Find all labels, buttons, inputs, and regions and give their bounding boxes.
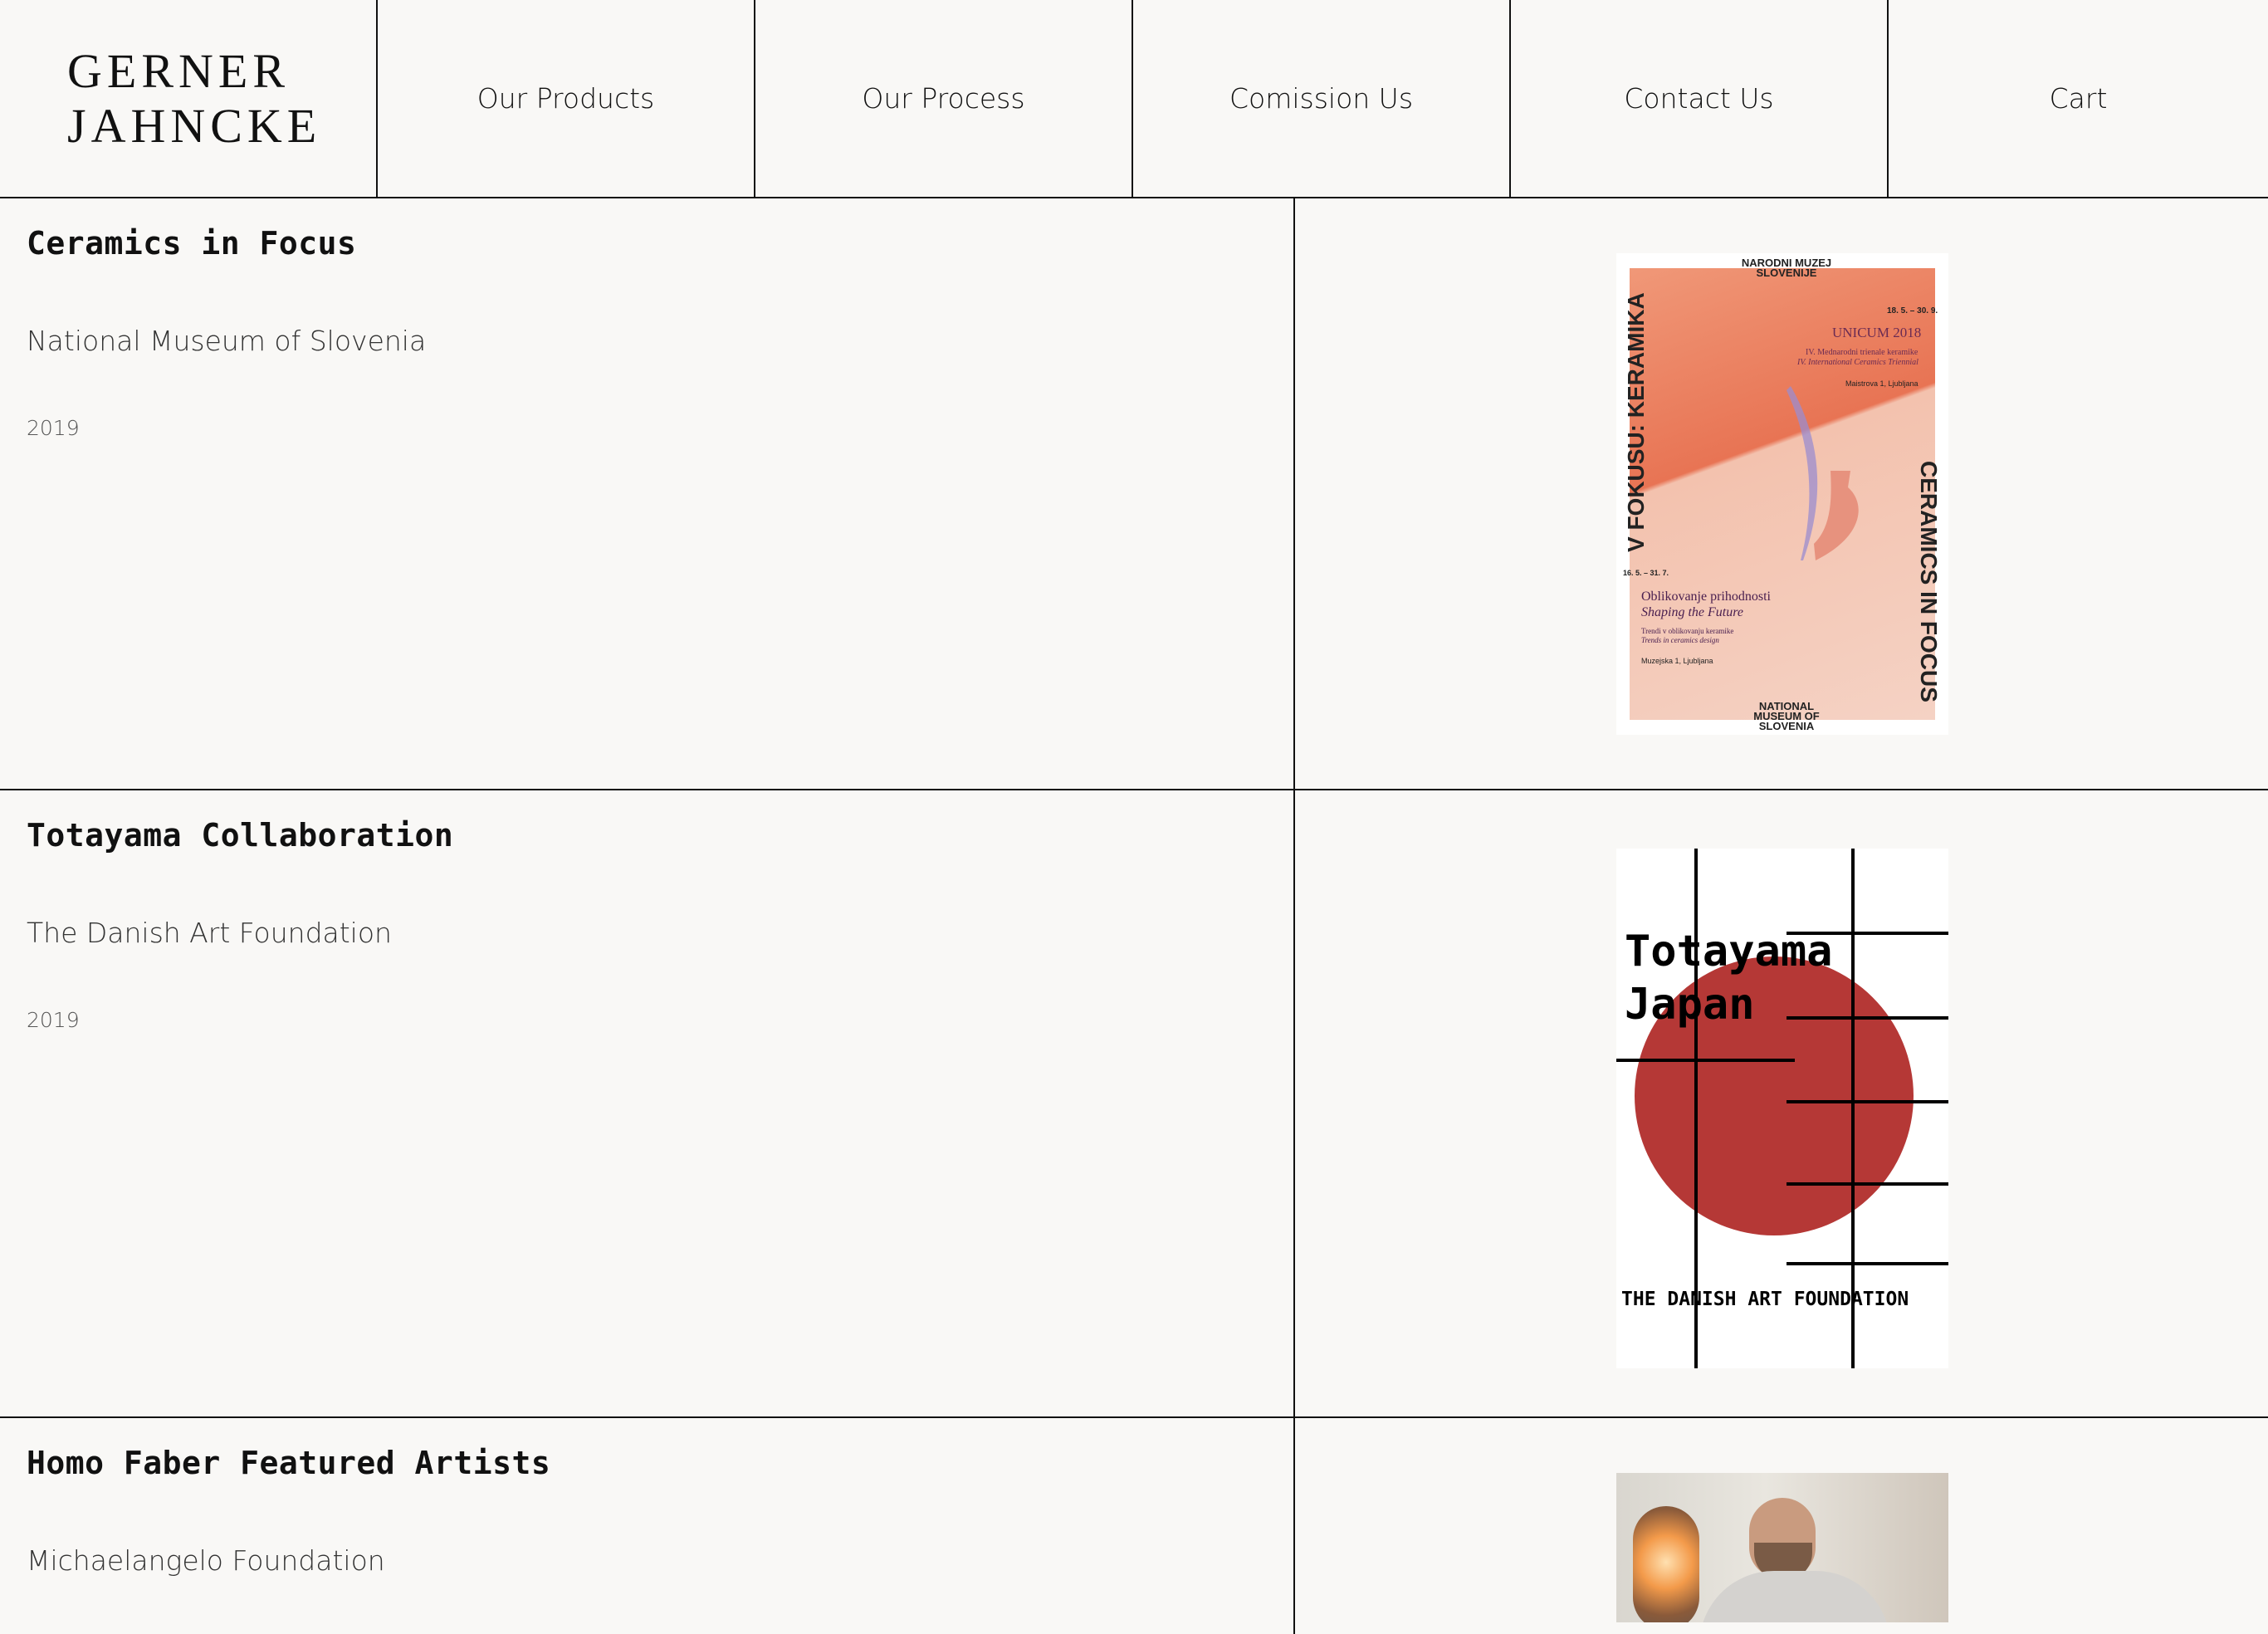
brand-logo[interactable]: GERNER JAHNCKE [0, 0, 378, 197]
totayama-poster[interactable]: Totayama Japan THE DANISH ART FOUNDATION [1616, 849, 1948, 1368]
poster-right-vertical: CERAMICS IN FOCUS [1916, 461, 1942, 702]
project-client: Michaelangelo Foundation [27, 1544, 385, 1577]
project-title[interactable]: Ceramics in Focus [27, 225, 356, 262]
project-info: Homo Faber Featured Artists Michaelangel… [0, 1418, 1295, 1634]
poster-event-sub-2: IV. International Ceramics Triennial [1797, 358, 1919, 367]
project-client: National Museum of Slovenia [27, 325, 427, 357]
poster-shaping-1: Oblikovanje prihodnosti [1641, 590, 1771, 604]
kiln-glow [1633, 1506, 1699, 1622]
ceramics-in-focus-poster[interactable]: NARODNI MUZEJ SLOVENIJE V FOKUSU: KERAMI… [1616, 253, 1948, 735]
project-year: 2019 [27, 1008, 80, 1032]
poster-event-sub-1: IV. Mednarodni trienale keramike [1806, 348, 1919, 357]
poster-heading-line-2: Japan [1625, 980, 1755, 1030]
poster-trends-1: Trendi v oblikovanju keramike [1641, 627, 1734, 635]
nav-cart[interactable]: Cart [1889, 0, 2268, 197]
nav-our-products[interactable]: Our Products [378, 0, 755, 197]
poster-address-2: Muzejska 1, Ljubljana [1641, 657, 1713, 665]
project-image-cell [1297, 1418, 2268, 1634]
site-header: GERNER JAHNCKE Our Products Our Process … [0, 0, 2268, 198]
poster-dates-mid: 16. 5. – 31. 7. [1623, 569, 1669, 577]
project-row[interactable]: Totayama Collaboration The Danish Art Fo… [0, 790, 2268, 1418]
project-info: Totayama Collaboration The Danish Art Fo… [0, 790, 1295, 1416]
project-title[interactable]: Homo Faber Featured Artists [27, 1445, 550, 1481]
poster-bottom-label: NATIONAL MUSEUM OF SLOVENIA [1753, 700, 1820, 732]
poster-heading-line-1: Totayama [1625, 927, 1833, 976]
artist-shirt [1699, 1571, 1890, 1622]
project-image-cell: Totayama Japan THE DANISH ART FOUNDATION [1297, 790, 2268, 1416]
poster-left-vertical: V FOKUSU: KERAMIKA [1623, 292, 1649, 552]
brand-line-1: GERNER [67, 43, 290, 98]
project-row[interactable]: Ceramics in Focus National Museum of Slo… [0, 198, 2268, 790]
project-year: 2019 [27, 416, 80, 440]
poster-shaping-2: Shaping the Future [1641, 605, 1743, 619]
project-info: Ceramics in Focus National Museum of Slo… [0, 198, 1295, 789]
project-image-cell: NARODNI MUZEJ SLOVENIJE V FOKUSU: KERAMI… [1297, 198, 2268, 789]
brand-line-2: JAHNCKE [67, 98, 322, 153]
nav-our-process[interactable]: Our Process [755, 0, 1133, 197]
project-title[interactable]: Totayama Collaboration [27, 817, 453, 854]
poster-top-label: NARODNI MUZEJ SLOVENIJE [1741, 257, 1832, 279]
poster-footer: THE DANISH ART FOUNDATION [1621, 1289, 1909, 1310]
poster-dates-top: 18. 5. – 30. 9. [1887, 306, 1938, 316]
poster-address-1: Maistrova 1, Ljubljana [1845, 379, 1919, 388]
project-row[interactable]: Homo Faber Featured Artists Michaelangel… [0, 1418, 2268, 1634]
nav-contact-us[interactable]: Contact Us [1511, 0, 1889, 197]
poster-event: UNICUM 2018 [1832, 325, 1922, 340]
project-client: The Danish Art Foundation [27, 917, 392, 949]
homo-faber-photo[interactable] [1616, 1473, 1948, 1622]
poster-trends-2: Trends in ceramics design [1641, 636, 1719, 644]
nav-commission-us[interactable]: Comission Us [1133, 0, 1511, 197]
poster-heading: Totayama Japan [1625, 925, 1832, 1031]
